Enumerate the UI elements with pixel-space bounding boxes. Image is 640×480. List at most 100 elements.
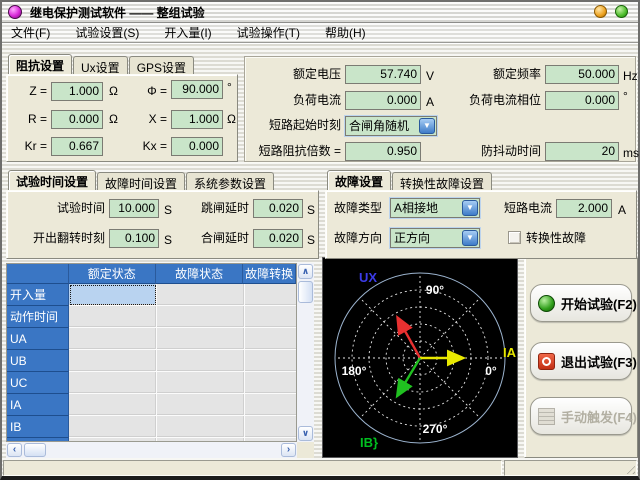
x-field[interactable]: 1.000 <box>171 110 223 129</box>
flip-time-unit: S <box>164 231 172 250</box>
impedance-panel: 阻抗设置 Ux设置 GPS设置 Z = 1.000 Ω Φ = 90.000 °… <box>6 54 238 162</box>
start-test-button[interactable]: 开始试验(F2) <box>530 284 632 322</box>
menu-help[interactable]: 帮助(H) <box>325 24 366 41</box>
tab-test-time[interactable]: 试验时间设置 <box>8 170 96 190</box>
row-header: UC <box>7 372 69 394</box>
table-cell-selected[interactable] <box>69 284 157 306</box>
short-current-unit: A <box>618 201 626 220</box>
menu-file[interactable]: 文件(F) <box>11 24 50 41</box>
tab-gps-settings[interactable]: GPS设置 <box>129 56 194 74</box>
fault-dir-dropdown[interactable]: 正方向 ▼ <box>390 228 480 248</box>
kx-field[interactable]: 0.000 <box>171 137 223 156</box>
table-cell[interactable] <box>157 416 245 438</box>
menu-bar: 文件(F) 试验设置(S) 开入量(I) 试验操作(T) 帮助(H) <box>2 23 638 43</box>
tab-system-params[interactable]: 系统参数设置 <box>186 172 274 190</box>
phi-field[interactable]: 90.000 <box>171 80 223 99</box>
scroll-right-icon[interactable]: › <box>281 443 296 457</box>
tab-ux-settings[interactable]: Ux设置 <box>73 56 128 74</box>
tab-impedance-settings[interactable]: 阻抗设置 <box>8 54 72 74</box>
table-cell[interactable] <box>69 350 157 372</box>
load-current-field[interactable]: 0.000 <box>345 91 421 110</box>
table-cell[interactable] <box>157 350 245 372</box>
table-cell[interactable] <box>245 394 297 416</box>
chevron-down-icon[interactable]: ▼ <box>462 200 478 216</box>
chevron-down-icon[interactable]: ▼ <box>462 230 478 246</box>
z-unit: Ω <box>109 82 118 101</box>
load-phase-field[interactable]: 0.000 <box>545 91 619 110</box>
table-cell[interactable] <box>245 416 297 438</box>
fault-dir-value: 正方向 <box>391 229 461 247</box>
table-cell[interactable] <box>157 328 245 350</box>
table-cell[interactable] <box>69 372 157 394</box>
fault-panel: 故障设置 转换性故障设置 故障类型 A相接地 ▼ 短路电流 2.000 A 故障… <box>325 170 637 259</box>
kr-label: Kr = <box>13 137 47 156</box>
table-cell[interactable] <box>245 328 297 350</box>
table-cell[interactable] <box>69 328 157 350</box>
table-cell[interactable] <box>245 306 297 328</box>
table-cell[interactable] <box>157 284 245 306</box>
row-header: 开入量 <box>7 284 69 306</box>
table-cell[interactable] <box>157 394 245 416</box>
scroll-up-icon[interactable]: ∧ <box>298 264 313 279</box>
rated-voltage-field[interactable]: 57.740 <box>345 65 421 84</box>
app-icon <box>8 5 22 19</box>
fault-type-dropdown[interactable]: A相接地 ▼ <box>390 198 480 218</box>
status-bar-right <box>504 460 637 476</box>
scroll-down-icon[interactable]: ∨ <box>298 426 313 441</box>
ux-phasor-label: UX <box>359 270 377 285</box>
vertical-scrollbar[interactable]: ∧ ∨ <box>297 263 314 442</box>
close-delay-field[interactable]: 0.020 <box>253 229 303 248</box>
vertical-scroll-thumb[interactable] <box>298 281 313 303</box>
short-start-value: 合闸角随机 <box>346 117 418 135</box>
row-header: 动作时间 <box>7 306 69 328</box>
short-start-dropdown[interactable]: 合闸角随机 ▼ <box>345 116 437 136</box>
tab-convert-fault-settings[interactable]: 转换性故障设置 <box>392 172 492 190</box>
close-delay-unit: S <box>307 231 315 250</box>
z-label: Z = <box>13 82 47 101</box>
short-current-field[interactable]: 2.000 <box>556 199 612 218</box>
test-time-label: 试验时间 <box>7 199 105 218</box>
flip-time-field[interactable]: 0.100 <box>109 229 159 248</box>
menu-test-settings[interactable]: 试验设置(S) <box>75 24 139 41</box>
table-cell[interactable] <box>157 306 245 328</box>
ib-phasor-label: IB} <box>360 435 378 450</box>
resize-grip[interactable] <box>623 462 635 474</box>
phasor-diagram: 90° 0° 180° 270° UX IA IB} <box>322 257 518 458</box>
tab-fault-settings[interactable]: 故障设置 <box>327 170 391 190</box>
kr-field[interactable]: 0.667 <box>51 137 103 156</box>
menu-test-operation[interactable]: 试验操作(T) <box>237 24 300 41</box>
table-cell[interactable] <box>69 394 157 416</box>
menu-binary-input[interactable]: 开入量(I) <box>164 24 211 41</box>
scroll-left-icon[interactable]: ‹ <box>7 443 22 457</box>
fault-dir-label: 故障方向 <box>334 229 388 248</box>
exit-test-button[interactable]: 退出试验(F3) <box>530 342 632 380</box>
test-time-field[interactable]: 10.000 <box>109 199 159 218</box>
close-button[interactable] <box>615 5 628 18</box>
horizontal-scroll-thumb[interactable] <box>24 443 46 457</box>
trip-delay-field[interactable]: 0.020 <box>253 199 303 218</box>
minimize-button[interactable] <box>594 5 607 18</box>
table-cell[interactable] <box>157 372 245 394</box>
horizontal-scrollbar[interactable]: ‹ › <box>6 442 297 458</box>
row-header: UB <box>7 350 69 372</box>
table-cell[interactable] <box>69 416 157 438</box>
stop-icon <box>538 353 555 370</box>
table-grid: 额定状态 故障状态 故障转换 开入量 动作时间 UA <box>6 263 297 442</box>
impedance-mult-field[interactable]: 0.950 <box>345 142 421 161</box>
chevron-down-icon[interactable]: ▼ <box>419 118 435 134</box>
table-cell[interactable] <box>69 306 157 328</box>
table-row: IA <box>7 394 296 416</box>
tab-fault-time[interactable]: 故障时间设置 <box>97 172 185 190</box>
start-icon <box>538 295 555 312</box>
r-field[interactable]: 0.000 <box>51 110 103 129</box>
rated-freq-field[interactable]: 50.000 <box>545 65 619 84</box>
table-cell[interactable] <box>245 350 297 372</box>
convert-fault-checkbox[interactable] <box>508 231 521 244</box>
table-cell[interactable] <box>245 284 297 306</box>
angle-label-180: 180° <box>342 364 367 378</box>
debounce-field[interactable]: 20 <box>545 142 619 161</box>
table-cell[interactable] <box>245 372 297 394</box>
ib-phasor-arrow <box>399 358 420 392</box>
flip-time-label: 开出翻转时刻 <box>7 229 105 248</box>
z-field[interactable]: 1.000 <box>51 82 103 101</box>
